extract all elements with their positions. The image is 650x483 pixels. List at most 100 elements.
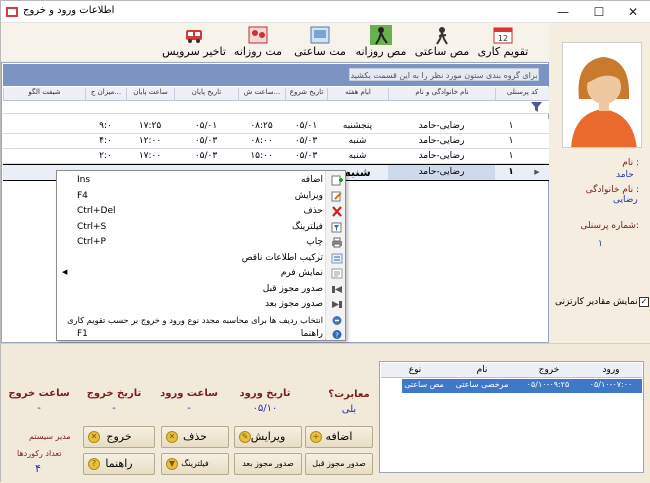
exit-date-value: -: [112, 403, 116, 414]
show-card-values-checkbox[interactable]: نمایش مقادیر کارتزنی ✓: [555, 297, 649, 307]
menu-item-prev-permit[interactable]: صدور مجوز قبل: [57, 282, 347, 298]
menu-item-next-permit[interactable]: صدور مجوز بعد: [57, 297, 347, 313]
toolbar-service-delay-label: تاخیر سرویس: [162, 45, 226, 58]
print-icon: [332, 237, 342, 248]
filter-icon[interactable]: [531, 102, 542, 112]
toolbar-hourly-mission-label: مت ساعتی: [294, 45, 346, 58]
recalc-icon: [332, 315, 342, 325]
user-name: مدیر سیستم: [29, 432, 71, 441]
menu-item-merge[interactable]: ترکیب اطلاعات ناقص: [57, 251, 347, 267]
avatar-icon: [563, 43, 641, 147]
next-permit-button[interactable]: صدور مجوز بعد: [234, 453, 302, 475]
col-shift-pattern[interactable]: شیفت الگو: [3, 88, 85, 100]
col-exit[interactable]: خروج: [519, 365, 579, 375]
cell-name: رضایی-حامد: [418, 121, 465, 131]
toolbar-daily-leave-label: مص روزانه: [355, 45, 407, 58]
exit-date-label: تاریخ خروج: [86, 388, 142, 399]
menu-item-recalc[interactable]: انتخاب ردیف ها برای محاسبه مجدد نوع ورود…: [57, 313, 347, 329]
submenu-arrow-icon: ◀: [62, 268, 68, 276]
col-end-date[interactable]: تاریخ پایان: [174, 88, 238, 100]
table-row[interactable]: ۱ رضایی-حامد شنبه ۰۵/۰۳ ۰۸:۰۰ ۰۵/۰۳ ۱۲:۰…: [3, 134, 549, 149]
menu-label: انتخاب ردیف ها برای محاسبه مجدد نوع ورود…: [67, 314, 323, 325]
cell-start-time: ۰۸:۰۰: [250, 136, 273, 146]
col-full-name[interactable]: نام خانوادگی و نام: [388, 88, 495, 100]
toolbar-daily-leave-button[interactable]: مص روزانه: [353, 23, 409, 61]
checkbox-mark: ✓: [639, 297, 649, 307]
main-window: اطلاعات ورود و خروج — ☐ ✕ 12 تقویم کاری …: [0, 0, 650, 483]
toolbar-hourly-leave-button[interactable]: مص ساعتی: [414, 23, 470, 61]
prev-permit-button[interactable]: صدور مجوز قبل: [305, 453, 373, 475]
entry-time-label: ساعت ورود: [160, 388, 218, 399]
menu-shortcut: Ctrl+P: [77, 237, 106, 247]
cell-start-time: ۰۸:۲۵: [250, 121, 273, 131]
toolbar-hourly-mission-button[interactable]: مت ساعتی: [291, 23, 349, 61]
col-start-date[interactable]: تاریخ شروع: [285, 88, 327, 100]
toolbar-service-delay-button[interactable]: تاخیر سرویس: [161, 23, 227, 61]
filter-row[interactable]: [3, 101, 549, 114]
cell-exit: ۰۵/۱۰-۰۹:۲۵: [526, 380, 570, 389]
menu-shortcut: Ctrl+S: [77, 221, 107, 232]
cell-start-date: ۰۵/۰۳: [294, 151, 318, 161]
svg-text:12: 12: [498, 34, 508, 43]
permit-row[interactable]: ۰۵/۱۰-۰۷:۰۰ ۰۵/۱۰-۰۹:۲۵ مرخصی ساعتی مص س…: [402, 379, 642, 393]
daily-mission-icon: [248, 26, 268, 44]
menu-item-help[interactable]: ? راهنما F1: [57, 327, 347, 343]
personnel-code-label: شماره پرسنلی:: [580, 221, 639, 231]
exit-button[interactable]: ✕ خروج: [83, 426, 155, 448]
menu-label: صدور مجوز بعد: [265, 299, 323, 309]
help-button[interactable]: ? راهنما: [83, 453, 155, 475]
col-start-time[interactable]: ساعت ش...: [238, 88, 285, 100]
col-duration[interactable]: میزان ج...: [85, 88, 126, 100]
menu-item-filter[interactable]: فیلترینگ Ctrl+S: [57, 220, 347, 236]
group-hint: برای گروه بندی ستون مورد نظر را به این ق…: [349, 68, 539, 81]
title-bar: اطلاعات ورود و خروج — ☐ ✕: [1, 1, 650, 23]
cell-start-time: ۱۵:۰۰: [250, 151, 273, 161]
cell-duration: ۲:۰: [99, 151, 112, 161]
filter-button-label: فیلترینگ: [181, 459, 209, 468]
col-end-time[interactable]: ساعت پایان: [126, 88, 174, 100]
cell-type: مص ساعتی: [404, 380, 444, 389]
cell-name: رضایی-حامد: [388, 165, 495, 180]
context-menu: اضافه Ins ویرایش F4 حذف Ctrl+Del فیلترینگ Ct…: [56, 170, 346, 341]
next-permit-label: صدور مجوز بعد: [242, 459, 294, 468]
table-row[interactable]: ۱ رضایی-حامد پنجشنبه ۰۵/۰۱ ۰۸:۲۵ ۰۵/۰۱ ۱…: [3, 119, 549, 134]
toolbar-calendar-label: تقویم کاری: [477, 45, 529, 58]
add-button[interactable]: + اضافه: [305, 426, 373, 448]
delete-button[interactable]: ✕ حذف: [161, 426, 229, 448]
family-label: نام خانوادگی :: [585, 185, 639, 195]
cell-name: رضایی-حامد: [418, 151, 465, 161]
edit-icon: ✎: [239, 431, 251, 443]
minimize-button[interactable]: —: [546, 1, 580, 23]
exit-time-label: ساعت خروج: [8, 388, 70, 399]
menu-shortcut: F4: [77, 190, 88, 201]
group-panel[interactable]: برای گروه بندی ستون مورد نظر را به این ق…: [3, 64, 549, 86]
filter-button[interactable]: ▼ فیلترینگ: [161, 453, 229, 475]
menu-item-show-form[interactable]: ◀ نمایش فرم: [57, 266, 347, 282]
add-button-label: اضافه: [325, 430, 353, 443]
record-count-label: تعداد رکوردها: [17, 449, 62, 458]
maximize-button[interactable]: ☐: [582, 1, 616, 23]
toolbar-daily-mission-button[interactable]: مت روزانه: [228, 23, 288, 61]
col-weekday[interactable]: ایام هفته: [327, 88, 388, 100]
close-button[interactable]: ✕: [616, 1, 650, 23]
table-row[interactable]: ۱ رضایی-حامد شنبه ۰۵/۰۳ ۱۵:۰۰ ۰۵/۰۳ ۱۷:۰…: [3, 149, 549, 164]
toolbar-calendar-button[interactable]: 12 تقویم کاری: [473, 23, 533, 61]
exit-button-label: خروج: [106, 430, 132, 443]
cell-end-date: ۰۵/۰۳: [194, 136, 218, 146]
col-type[interactable]: نوع: [385, 365, 445, 375]
col-name[interactable]: نام: [447, 365, 517, 375]
menu-label: نمایش فرم: [280, 268, 323, 278]
grid-header: کد پرسنلی نام خانوادگی و نام ایام هفته ت…: [3, 87, 549, 101]
menu-item-delete[interactable]: حذف Ctrl+Del: [57, 204, 347, 220]
menu-item-print[interactable]: چاپ Ctrl+P: [57, 235, 347, 251]
menu-item-add[interactable]: اضافه Ins: [57, 173, 347, 189]
col-entry[interactable]: ورود: [581, 365, 641, 375]
menu-item-edit[interactable]: ویرایش F4: [57, 189, 347, 205]
menu-label: ویرایش: [294, 190, 323, 201]
menu-shortcut: Ins: [77, 175, 91, 185]
edit-button[interactable]: ✎ ویرایش: [234, 426, 302, 448]
filter-icon: ▼: [166, 458, 178, 470]
col-personnel-code[interactable]: کد پرسنلی: [495, 88, 549, 100]
edit-button-label: ویرایش: [250, 430, 286, 443]
hourly-leave-icon: [436, 27, 448, 45]
